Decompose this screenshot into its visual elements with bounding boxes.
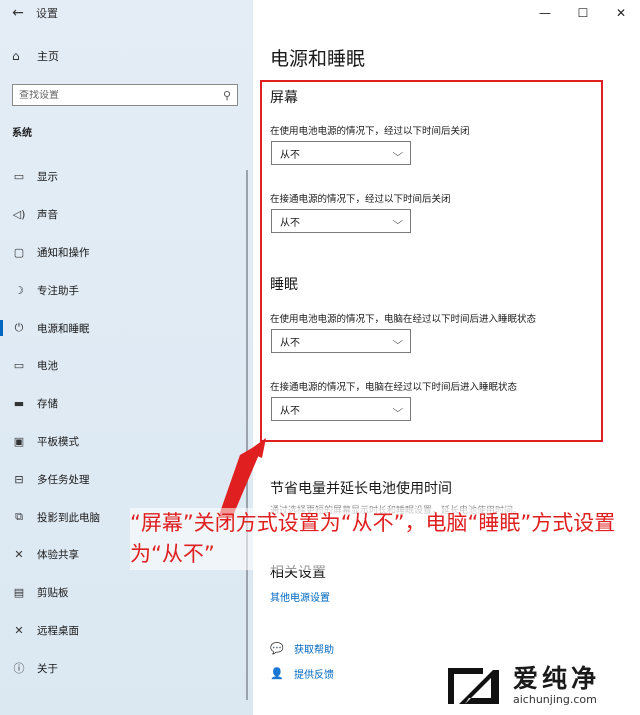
maximize-icon[interactable]: ☐ xyxy=(564,0,602,26)
watermark-logo-icon xyxy=(448,668,499,704)
chevron-down-icon: ⌵ xyxy=(392,335,404,347)
notification-icon: ▢ xyxy=(13,245,25,259)
sidebar-item[interactable]: ⓘ 关于 xyxy=(0,649,253,687)
search-input[interactable] xyxy=(19,89,223,101)
multitask-icon: ⊟ xyxy=(14,472,24,486)
dropdown-value: 从不 xyxy=(280,217,300,229)
sidebar-item-label: 电池 xyxy=(37,360,58,373)
sidebar-item[interactable]: ▬ 存储 xyxy=(0,385,253,423)
screen-battery-desc: 在使用电池电源的情况下，经过以下时间后关闭 xyxy=(270,126,470,137)
sidebar-item-label: 投影到此电脑 xyxy=(37,511,100,524)
save-power-heading: 节省电量并延长电池使用时间 xyxy=(270,481,452,497)
chevron-down-icon: ⌵ xyxy=(392,215,404,227)
sidebar-item[interactable]: ⏻ 电源和睡眠 xyxy=(0,309,253,347)
watermark-cn: 爱纯净 xyxy=(513,663,601,693)
speaker-icon: ◁) xyxy=(12,208,26,222)
project-icon: ⧉ xyxy=(15,510,23,524)
home-label: 主页 xyxy=(37,50,59,63)
sidebar-scrollbar[interactable] xyxy=(246,170,248,700)
chevron-down-icon: ⌵ xyxy=(392,403,404,415)
sidebar-item[interactable]: ☽ 专注助手 xyxy=(0,271,253,309)
main-pane: — ☐ ✕ 电源和睡眠 屏幕 在使用电池电源的情况下，经过以下时间后关闭 从不 … xyxy=(253,0,640,715)
page-title: 电源和睡眠 xyxy=(270,48,366,70)
sidebar-item[interactable]: ▣ 平板模式 xyxy=(0,423,253,461)
sidebar: ← 设置 ⌂ 主页 ⚲ 系统 ▭显示◁)声音▢通知和操作☽专注助手⏻电源和睡眠▭… xyxy=(0,0,253,715)
feedback-link[interactable]: 👤 提供反馈 xyxy=(270,666,334,681)
home-link[interactable]: ⌂ 主页 xyxy=(12,48,59,64)
close-icon[interactable]: ✕ xyxy=(602,0,640,26)
watermark: 爱纯净 aichunjing.com xyxy=(443,660,600,710)
screen-plugged-desc: 在接通电源的情况下，经过以下时间后关闭 xyxy=(270,194,451,205)
sleep-plugged-dropdown[interactable]: 从不 ⌵ xyxy=(271,397,411,421)
moon-icon: ☽ xyxy=(14,283,24,297)
sidebar-item-label: 远程桌面 xyxy=(37,624,79,637)
back-arrow-icon[interactable]: ← xyxy=(0,0,36,26)
battery-icon: ▭ xyxy=(13,359,25,373)
dropdown-value: 从不 xyxy=(280,337,300,349)
sidebar-item-label: 声音 xyxy=(37,209,58,222)
feedback-person-icon: 👤 xyxy=(270,667,284,680)
search-icon[interactable]: ⚲ xyxy=(223,89,231,102)
feedback-label: 提供反馈 xyxy=(294,670,334,681)
sleep-heading: 睡眠 xyxy=(270,277,298,293)
clipboard-icon: ▤ xyxy=(13,586,25,600)
sidebar-item[interactable]: ◁) 声音 xyxy=(0,196,253,234)
power-icon: ⏻ xyxy=(14,321,24,335)
sidebar-item[interactable]: ✕ 远程桌面 xyxy=(0,612,253,650)
sidebar-item-label: 多任务处理 xyxy=(37,473,90,486)
sidebar-item[interactable]: ▢ 通知和操作 xyxy=(0,234,253,272)
share-icon: ✕ xyxy=(14,548,24,562)
sidebar-item-label: 平板模式 xyxy=(37,435,79,448)
get-help-label: 获取帮助 xyxy=(294,645,334,656)
nav-list: ▭ 显示 ◁) 声音 ▢ 通知和操作 ☽ 专注助手 ⏻ 电源和睡眠 ▭ 电池 ▬ 存储 ▣ 平板模式 ⊟ 多任务处… xyxy=(0,158,253,687)
sidebar-item[interactable]: ⊟ 多任务处理 xyxy=(0,460,253,498)
window-controls: — ☐ ✕ xyxy=(526,0,640,26)
info-icon: ⓘ xyxy=(13,662,25,676)
app-title: 设置 xyxy=(36,7,58,20)
sidebar-item[interactable]: ▤ 剪贴板 xyxy=(0,574,253,612)
sidebar-item-label: 关于 xyxy=(37,662,58,675)
annotation-text: “屏幕”关闭方式设置为“从不”，电脑“睡眠”方式设置为“从不” xyxy=(130,508,640,570)
section-label: 系统 xyxy=(12,128,32,139)
search-box[interactable]: ⚲ xyxy=(12,84,238,106)
sidebar-item[interactable]: ▭ 显示 xyxy=(0,158,253,196)
sleep-battery-desc: 在使用电池电源的情况下，电脑在经过以下时间后进入睡眠状态 xyxy=(270,314,537,325)
sidebar-item-label: 专注助手 xyxy=(37,284,79,297)
tablet-icon: ▣ xyxy=(13,434,25,448)
get-help-link[interactable]: 💬 获取帮助 xyxy=(270,641,334,656)
chevron-down-icon: ⌵ xyxy=(392,147,404,159)
dropdown-value: 从不 xyxy=(280,149,300,161)
titlebar-left: ← 设置 xyxy=(0,0,253,26)
screen-heading: 屏幕 xyxy=(270,90,298,106)
other-power-settings-link[interactable]: 其他电源设置 xyxy=(270,589,330,604)
sidebar-item-label: 体验共享 xyxy=(37,549,79,562)
screen-plugged-dropdown[interactable]: 从不 ⌵ xyxy=(271,209,411,233)
remote-desktop-icon: ✕ xyxy=(14,623,24,637)
sleep-plugged-desc: 在接通电源的情况下，电脑在经过以下时间后进入睡眠状态 xyxy=(270,382,518,393)
sidebar-item[interactable]: ▭ 电池 xyxy=(0,347,253,385)
storage-icon: ▬ xyxy=(13,397,25,411)
sleep-battery-dropdown[interactable]: 从不 ⌵ xyxy=(271,329,411,353)
screen-battery-dropdown[interactable]: 从不 ⌵ xyxy=(271,141,411,165)
dropdown-value: 从不 xyxy=(280,405,300,417)
home-icon: ⌂ xyxy=(12,49,20,63)
sidebar-item-label: 存储 xyxy=(37,398,58,411)
sidebar-item-label: 电源和睡眠 xyxy=(37,322,90,335)
sidebar-item-label: 通知和操作 xyxy=(37,246,90,259)
monitor-icon: ▭ xyxy=(13,170,25,184)
help-chat-icon: 💬 xyxy=(270,642,284,655)
sidebar-item-label: 显示 xyxy=(37,171,58,184)
sidebar-item-label: 剪贴板 xyxy=(37,587,69,600)
minimize-icon[interactable]: — xyxy=(526,0,564,26)
watermark-en: aichunjing.com xyxy=(513,692,597,706)
